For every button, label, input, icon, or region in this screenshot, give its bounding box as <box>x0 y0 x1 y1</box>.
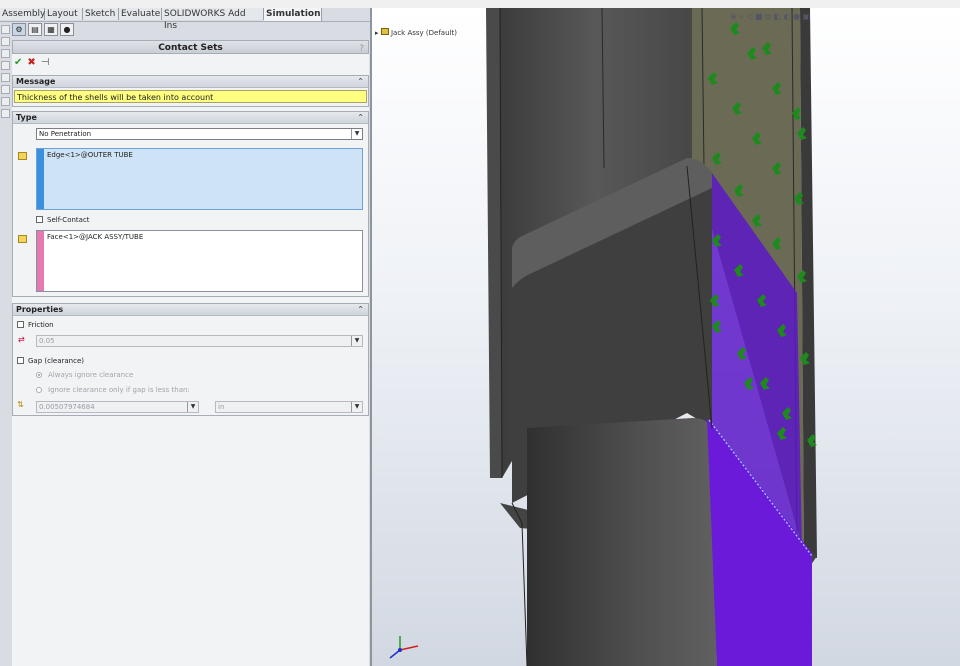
gap-value-field[interactable]: 0.00507974684 ▼ <box>36 401 199 413</box>
toolbar-icon[interactable] <box>1 37 10 46</box>
set2-color-bar <box>37 231 44 291</box>
self-contact-label: Self-Contact <box>47 216 90 224</box>
friction-checkbox[interactable] <box>17 321 24 328</box>
set1-color-bar <box>37 149 44 209</box>
toolbar-icon[interactable] <box>1 97 10 106</box>
gap-distance-icon: ⇅ <box>17 400 24 409</box>
gap-checkbox[interactable] <box>17 357 24 364</box>
feature-tree-root[interactable]: ▸ Jack Assy (Default) <box>375 28 457 37</box>
conditional-ignore-radio[interactable] <box>36 387 42 393</box>
gap-unit: in <box>218 403 225 411</box>
contact-type-value: No Penetration <box>39 130 92 138</box>
cancel-button[interactable]: ✖ <box>27 57 35 68</box>
toolbar-icon[interactable] <box>1 85 10 94</box>
toolbar-icon[interactable] <box>1 25 10 34</box>
toolbar-icon[interactable] <box>1 49 10 58</box>
chevron-down-icon[interactable]: ▼ <box>351 336 362 346</box>
zoom-to-fit-icon[interactable]: ⊕ <box>730 12 737 21</box>
previous-view-icon[interactable]: ◁ <box>746 12 752 21</box>
properties-header-label: Properties <box>16 305 64 314</box>
ok-button[interactable]: ✔ <box>14 57 22 68</box>
panel-actions: ✔ ✖ ⊣ <box>14 57 55 68</box>
set2-folder-icon <box>18 235 27 243</box>
always-ignore-label: Always ignore clearance <box>48 371 134 379</box>
appearance-icon[interactable]: ● <box>793 12 800 21</box>
message-header[interactable]: Message ⌃ <box>13 76 368 88</box>
configuration-manager-icon[interactable]: ▦ <box>44 23 58 36</box>
help-button[interactable]: ? <box>359 42 364 56</box>
message-text: Thickness of the shells will be taken in… <box>14 90 367 103</box>
command-manager-tabs: Assembly Layout Sketch Evaluate SOLIDWOR… <box>0 8 372 31</box>
panel-title: Contact Sets ? <box>12 40 369 54</box>
tab-simulation[interactable]: Simulation <box>264 8 322 21</box>
panel-title-text: Contact Sets <box>158 43 223 53</box>
pushpin-button[interactable]: ⊣ <box>41 57 50 68</box>
set2-entry[interactable]: Face<1>@JACK ASSY/TUBE <box>47 233 143 241</box>
collapse-icon[interactable]: ⌃ <box>357 112 364 123</box>
display-style-icon[interactable]: ◧ <box>773 12 781 21</box>
heads-up-view-toolbar: ⊕ ⌕ ◁ ■ ⧉ ◧ ◐ ● ▣ <box>730 12 810 22</box>
friction-value-field[interactable]: 0.05 ▼ <box>36 335 363 347</box>
properties-header[interactable]: Properties ⌃ <box>13 304 368 316</box>
set1-entry[interactable]: Edge<1>@OUTER TUBE <box>47 151 133 159</box>
set2-selection-box[interactable]: Face<1>@JACK ASSY/TUBE <box>36 230 363 292</box>
expand-arrow-icon[interactable]: ▸ <box>375 29 379 37</box>
conditional-ignore-label: Ignore clearance only if gap is less tha… <box>48 386 190 394</box>
contact-type-select[interactable]: No Penetration ▼ <box>36 128 363 140</box>
model-canvas <box>389 8 817 666</box>
message-header-label: Message <box>16 77 56 86</box>
section-view-icon[interactable]: ■ <box>755 12 763 21</box>
property-manager-icon[interactable]: ▤ <box>28 23 42 36</box>
type-header-label: Type <box>16 113 37 122</box>
set1-folder-icon <box>18 152 27 160</box>
feature-tree-icon[interactable]: ⚙ <box>12 23 26 36</box>
collapse-icon[interactable]: ⌃ <box>357 76 364 87</box>
toolbar-icon[interactable] <box>1 109 10 118</box>
scene-icon[interactable]: ▣ <box>803 12 811 21</box>
message-section: Message ⌃ Thickness of the shells will b… <box>12 75 369 107</box>
friction-value: 0.05 <box>39 337 55 345</box>
always-ignore-radio[interactable] <box>36 372 42 378</box>
tab-solidworks-add-ins[interactable]: SOLIDWORKS Add Ins <box>162 8 264 31</box>
view-orientation-icon[interactable]: ⧉ <box>765 12 771 21</box>
graphics-viewport[interactable]: ▸ Jack Assy (Default) ⊕ ⌕ ◁ ■ ⧉ ◧ ◐ ● ▣ <box>372 8 960 666</box>
self-contact-checkbox[interactable] <box>36 216 43 223</box>
left-toolbar-strip <box>0 22 11 142</box>
properties-section: Properties ⌃ Friction ⇄ 0.05 ▼ Gap (clea… <box>12 303 369 416</box>
friction-coefficient-icon: ⇄ <box>18 335 25 344</box>
toolbar-icon[interactable] <box>1 61 10 70</box>
assembly-icon <box>380 28 389 35</box>
friction-label: Friction <box>28 321 54 329</box>
gap-unit-select[interactable]: in ▼ <box>215 401 363 413</box>
display-manager-icon[interactable]: ● <box>60 23 74 36</box>
panel-icon-bar: ⚙ ▤ ▦ ● <box>12 23 76 37</box>
chevron-down-icon[interactable]: ▼ <box>351 129 362 139</box>
tab-assembly[interactable]: Assembly <box>0 8 45 20</box>
collapse-icon[interactable]: ⌃ <box>357 304 364 315</box>
toolbar-icon[interactable] <box>1 73 10 82</box>
zoom-area-icon[interactable]: ⌕ <box>739 12 743 21</box>
coordinate-triad <box>389 636 419 659</box>
gap-value: 0.00507974684 <box>39 403 95 411</box>
feature-tree-root-label: Jack Assy (Default) <box>390 29 457 37</box>
gap-label: Gap (clearance) <box>28 357 84 365</box>
set1-selection-box[interactable]: Edge<1>@OUTER TUBE <box>36 148 363 210</box>
type-section: Type ⌃ No Penetration ▼ Edge<1>@OUTER TU… <box>12 111 369 297</box>
hide-show-icon[interactable]: ◐ <box>783 12 790 21</box>
tab-evaluate[interactable]: Evaluate <box>119 8 162 20</box>
tab-sketch[interactable]: Sketch <box>83 8 119 20</box>
tab-layout[interactable]: Layout <box>45 8 83 20</box>
contact-sets-panel: Contact Sets ? ✔ ✖ ⊣ Message ⌃ Thickness o… <box>12 40 369 666</box>
chevron-down-icon[interactable]: ▼ <box>187 402 198 412</box>
type-header[interactable]: Type ⌃ <box>13 112 368 124</box>
chevron-down-icon[interactable]: ▼ <box>351 402 362 412</box>
